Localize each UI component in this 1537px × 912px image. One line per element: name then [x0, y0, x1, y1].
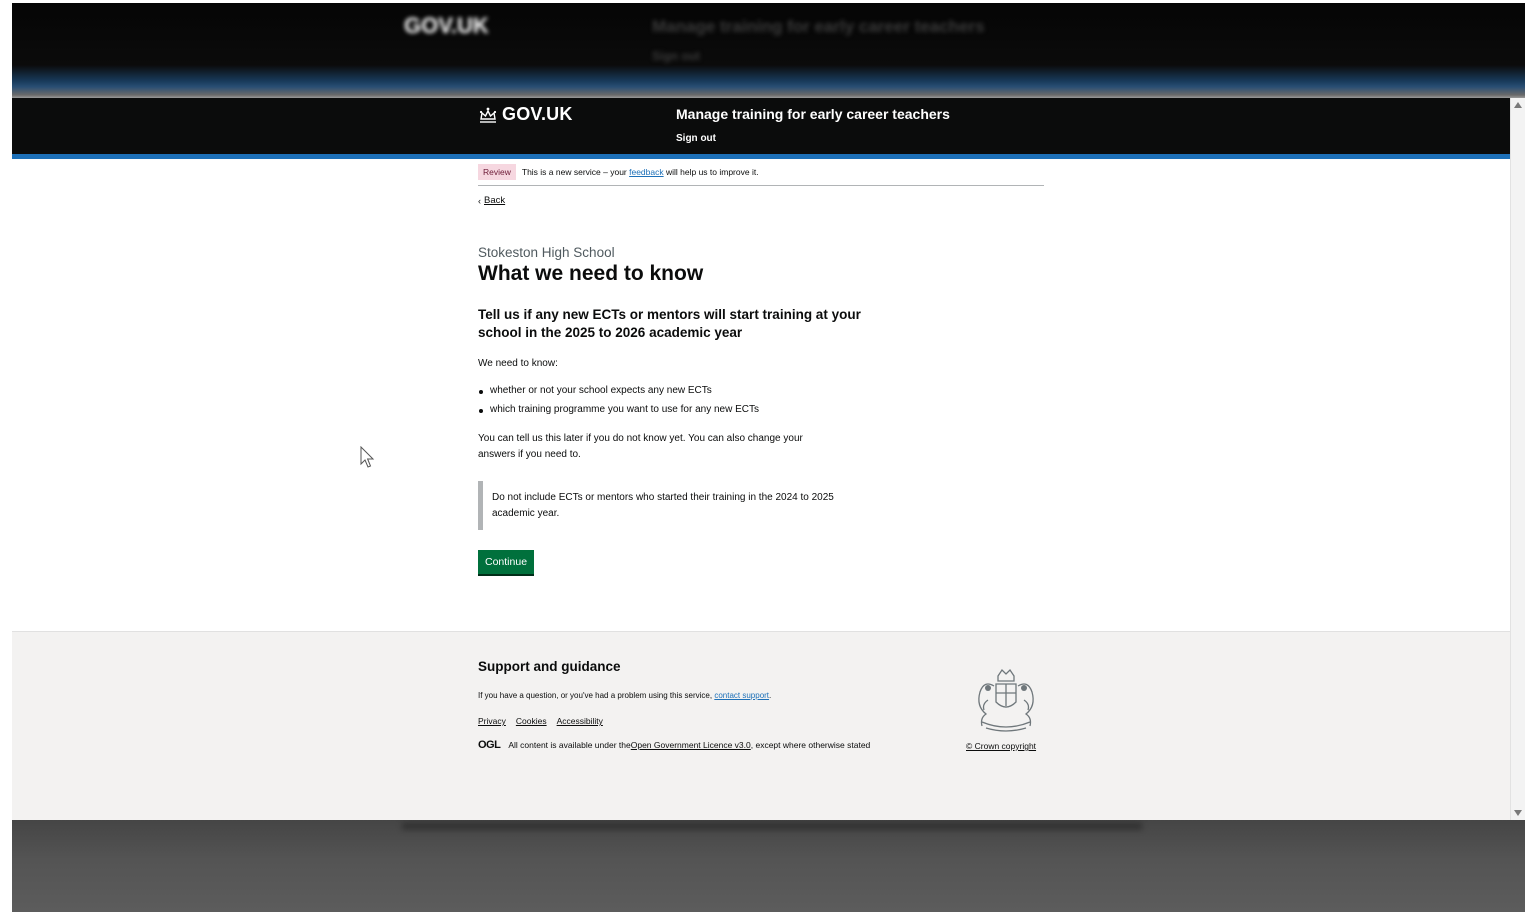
frame-right — [1525, 0, 1537, 912]
scroll-down-arrow-icon[interactable] — [1514, 810, 1522, 816]
list-item: whether or not your school expects any n… — [478, 385, 759, 404]
intro-text: We need to know: — [478, 358, 558, 369]
crown-copyright-link[interactable]: © Crown copyright — [966, 741, 1036, 751]
govuk-header: GOV.UK Manage training for early career … — [12, 98, 1510, 154]
blurred-background-header: GOV.UK Manage training for early career … — [12, 3, 1525, 98]
back-link[interactable]: Back — [484, 195, 505, 206]
royal-coat-of-arms-icon — [978, 668, 1034, 732]
sign-out-link[interactable]: Sign out — [676, 133, 716, 144]
support-text-before: If you have a question, or you've had a … — [478, 691, 715, 700]
support-text: If you have a question, or you've had a … — [478, 691, 771, 700]
crown-copyright[interactable]: © Crown copyright — [966, 741, 1036, 751]
footer-link-privacy[interactable]: Privacy — [478, 716, 506, 726]
phase-text-after: will help us to improve it. — [663, 167, 759, 177]
licence-link[interactable]: Open Government Licence v3.0 — [631, 740, 751, 750]
crown-icon — [479, 107, 497, 123]
page-viewport: GOV.UK Manage training for early career … — [12, 98, 1510, 820]
licence-text-after: , except where otherwise stated — [750, 740, 871, 750]
feedback-link[interactable]: feedback — [629, 167, 664, 177]
blurred-logo: GOV.UK — [404, 13, 489, 38]
ogl-logo: OGL — [478, 739, 501, 751]
footer-link-accessibility[interactable]: Accessibility — [557, 716, 603, 726]
footer-inner: Support and guidance If you have a quest… — [478, 632, 1044, 820]
chevron-left-icon: ‹ — [478, 195, 481, 206]
licence-row: OGL All content is available under the O… — [478, 739, 870, 751]
phase-tag: Review — [478, 164, 516, 180]
page-footer: Support and guidance If you have a quest… — [12, 631, 1510, 820]
list-item: which training programme you want to use… — [478, 404, 759, 423]
scroll-up-arrow-icon[interactable] — [1514, 102, 1522, 108]
later-text: You can tell us this later if you do not… — [478, 433, 803, 460]
continue-button[interactable]: Continue — [478, 550, 535, 574]
footer-links: Privacy Cookies Accessibility — [478, 716, 603, 726]
inset-text-box: Do not include ECTs or mentors who start… — [478, 481, 843, 530]
support-title: Support and guidance — [478, 659, 621, 674]
vertical-scrollbar[interactable] — [1510, 98, 1525, 820]
govuk-logo[interactable]: GOV.UK — [478, 104, 573, 125]
back-link-container[interactable]: ‹ Back — [478, 195, 505, 206]
blurred-sign-out: Sign out — [652, 49, 700, 63]
frame-left — [0, 0, 12, 912]
phase-banner: Review This is a new service – your feed… — [478, 159, 1044, 186]
support-text-after: . — [769, 691, 772, 700]
mouse-cursor-icon — [360, 446, 375, 468]
contact-support-link[interactable]: contact support — [714, 691, 769, 700]
service-name-link[interactable]: Manage training for early career teacher… — [676, 106, 950, 122]
blurred-footer-line — [402, 822, 1142, 830]
footer-link-cookies[interactable]: Cookies — [516, 716, 547, 726]
phase-text-before: This is a new service – your — [521, 167, 630, 177]
blurred-service-name: Manage training for early career teacher… — [652, 17, 985, 36]
school-caption: Stokeston High School — [478, 245, 615, 260]
page-title: What we need to know — [478, 262, 704, 285]
subheading: Tell us if any new ECTs or mentors will … — [478, 307, 861, 340]
logo-text: GOV.UK — [502, 104, 573, 124]
blurred-background-footer — [12, 820, 1525, 912]
inset-text: Do not include ECTs or mentors who start… — [492, 492, 834, 519]
phase-banner-text: This is a new service – your feedback wi… — [522, 167, 759, 177]
requirements-list: whether or not your school expects any n… — [478, 385, 759, 423]
licence-text-before: All content is available under the — [508, 740, 631, 750]
